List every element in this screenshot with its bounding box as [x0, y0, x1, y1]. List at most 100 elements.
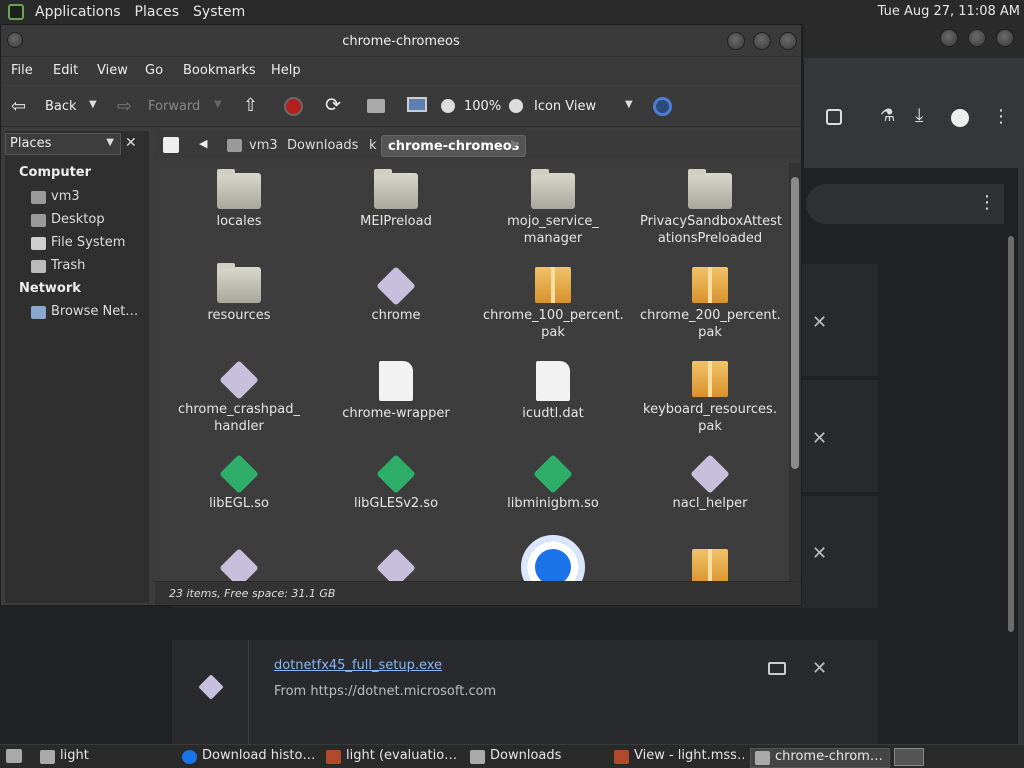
file-item[interactable]: MEIPreload — [326, 169, 466, 230]
sidebar-item-file-system[interactable]: File System — [51, 235, 125, 250]
menu-edit[interactable]: Edit — [53, 63, 78, 78]
file-name: chrome_100_percent. pak — [483, 308, 624, 340]
app-icon — [326, 750, 341, 764]
sidebar-header-network: Network — [19, 281, 81, 296]
close-icon[interactable] — [779, 32, 797, 50]
sidebar-selector[interactable]: Places ▼ — [5, 133, 121, 155]
menu-help[interactable]: Help — [271, 63, 301, 78]
trash-icon — [31, 260, 46, 273]
page-scrollbar[interactable] — [1004, 236, 1018, 744]
file-item[interactable]: libEGL.so — [169, 454, 309, 512]
path-scroll-right-icon[interactable]: ▶ — [511, 137, 519, 150]
remove-download-icon[interactable]: ✕ — [812, 543, 827, 564]
download-icon[interactable]: ⤓ — [915, 104, 923, 126]
sidebar-selector-label: Places — [10, 136, 52, 151]
file-item[interactable]: chrome-wrapper — [326, 361, 466, 422]
sidebar-item-vm3[interactable]: vm3 — [51, 189, 80, 204]
maximize-icon[interactable] — [753, 32, 771, 50]
reload-icon[interactable]: ⟳ — [325, 94, 341, 116]
close-icon[interactable] — [996, 29, 1014, 47]
file-item[interactable]: resources — [169, 263, 309, 324]
file-item[interactable]: libminigbm.so — [483, 454, 623, 512]
file-item[interactable]: keyboard_resources. pak — [640, 361, 780, 435]
zoom-level[interactable]: 100% — [464, 99, 501, 114]
labs-icon[interactable]: ⚗ — [880, 106, 895, 126]
icon-view-scrollbar[interactable] — [789, 163, 801, 603]
zoom-out-icon[interactable] — [441, 99, 455, 113]
sidebar-item-trash[interactable]: Trash — [51, 258, 85, 273]
network-icon — [31, 306, 46, 319]
show-desktop-icon[interactable] — [6, 749, 22, 763]
zoom-in-icon[interactable] — [509, 99, 523, 113]
remove-download-icon[interactable]: ✕ — [812, 428, 827, 449]
profile-icon[interactable] — [951, 109, 969, 127]
up-arrow-icon[interactable]: ⇧ — [243, 95, 258, 116]
menubar: File Edit View Go Bookmarks Help — [1, 57, 801, 85]
task-light-evaluation[interactable]: light (evaluatio… — [322, 748, 456, 768]
sidebar-item-browse-network[interactable]: Browse Net… — [51, 304, 138, 319]
desktop-icon — [31, 214, 46, 227]
file-name: PrivacySandboxAttest ationsPreloaded — [640, 214, 783, 246]
gnome-logo-icon[interactable] — [8, 4, 24, 20]
more-actions-icon[interactable]: ⋮ — [978, 192, 996, 213]
file-item[interactable]: libGLESv2.so — [326, 454, 466, 512]
clock[interactable]: Tue Aug 27, 11:08 AM — [878, 4, 1020, 19]
view-mode-dropdown-icon[interactable]: ▼ — [625, 99, 633, 110]
file-item[interactable]: PrivacySandboxAttest ationsPreloaded — [640, 169, 783, 247]
forward-history-dropdown-icon: ▼ — [214, 99, 222, 110]
breadcrumb-downloads[interactable]: Downloads — [281, 135, 364, 157]
menu-view[interactable]: View — [97, 63, 128, 78]
task-light[interactable]: light — [36, 748, 166, 768]
file-item[interactable]: mojo_service_ manager — [483, 169, 623, 247]
extensions-icon[interactable] — [826, 109, 842, 125]
view-mode-select[interactable]: Icon View — [534, 99, 596, 114]
back-button[interactable]: Back — [45, 99, 77, 114]
remove-download-icon[interactable]: ✕ — [812, 658, 827, 679]
task-downloads[interactable]: Downloads — [466, 748, 600, 768]
path-scroll-left-icon[interactable]: ◀ — [199, 137, 207, 150]
sidebar-item-desktop[interactable]: Desktop — [51, 212, 105, 227]
show-in-folder-icon[interactable] — [768, 662, 786, 675]
package-icon — [692, 267, 728, 303]
file-item[interactable]: nacl_helper — [640, 454, 780, 512]
workspace-switcher[interactable] — [894, 748, 924, 766]
file-name: chrome_crashpad_ handler — [177, 402, 300, 434]
search-bar[interactable] — [806, 184, 1004, 224]
task-view-light[interactable]: View - light.mss… — [610, 748, 744, 768]
breadcrumb-vm3[interactable]: vm3 — [243, 135, 284, 157]
menu-system[interactable]: System — [186, 4, 252, 20]
file-item[interactable]: chrome_100_percent. pak — [483, 267, 624, 341]
stop-icon[interactable] — [284, 97, 303, 116]
breadcrumb-k[interactable]: k — [363, 135, 383, 157]
file-item[interactable]: chrome_crashpad_ handler — [169, 360, 309, 435]
back-history-dropdown-icon[interactable]: ▼ — [89, 99, 97, 110]
file-item[interactable]: icudtl.dat — [483, 361, 623, 422]
top-panel: Applications Places System Tue Aug 27, 1… — [0, 0, 1024, 24]
browser-menu-icon[interactable]: ⋮ — [992, 106, 1010, 127]
menu-file[interactable]: File — [11, 63, 33, 78]
file-item[interactable]: locales — [169, 169, 309, 230]
menu-applications[interactable]: Applications — [28, 4, 128, 20]
minimize-icon[interactable] — [727, 32, 745, 50]
edit-location-icon[interactable] — [163, 137, 179, 153]
menu-bookmarks[interactable]: Bookmarks — [183, 63, 256, 78]
task-chrome-chromeos[interactable]: chrome-chrom… — [750, 748, 890, 768]
download-file-link[interactable]: dotnetfx45_full_setup.exe — [274, 658, 442, 673]
minimize-icon[interactable] — [940, 29, 958, 47]
menu-go[interactable]: Go — [145, 63, 163, 78]
back-arrow-icon[interactable]: ⇦ — [11, 96, 26, 117]
search-icon[interactable] — [653, 97, 672, 116]
remove-download-icon[interactable]: ✕ — [812, 312, 827, 333]
file-item[interactable]: chrome_200_percent. pak — [640, 267, 781, 341]
close-sidebar-icon[interactable]: ✕ — [125, 135, 137, 151]
path-bar: ◀ vm3 Downloads k chrome-chromeos ▶ — [155, 131, 801, 159]
file-item[interactable] — [640, 549, 780, 585]
computer-icon[interactable] — [407, 97, 427, 112]
forward-button[interactable]: Forward — [148, 99, 200, 114]
file-item[interactable]: chrome — [326, 266, 466, 324]
task-download-history[interactable]: Download histo… — [178, 748, 318, 768]
home-icon[interactable] — [367, 99, 385, 113]
breadcrumb-current[interactable]: chrome-chromeos — [381, 135, 527, 157]
maximize-icon[interactable] — [968, 29, 986, 47]
menu-places[interactable]: Places — [128, 4, 187, 20]
